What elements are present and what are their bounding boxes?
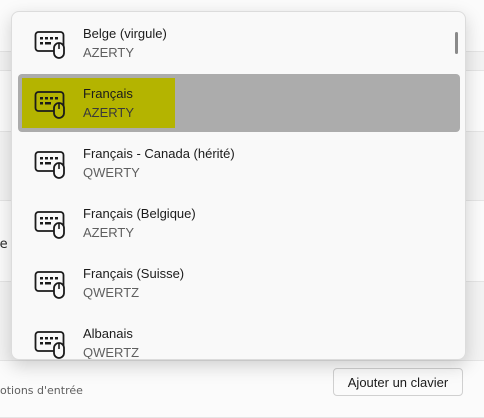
layout-name: Français (Suisse)	[83, 266, 185, 281]
list-item[interactable]: Belge (virgule) AZERTY	[18, 14, 460, 72]
layout-type: AZERTY	[83, 45, 135, 60]
keyboard-layout-flyout: Belge (virgule) AZERTY Français AZERTY F…	[11, 11, 466, 360]
scrollbar-thumb[interactable]	[455, 32, 458, 54]
layout-type: QWERTZ	[83, 345, 140, 360]
keyboard-layout-list: Belge (virgule) AZERTY Français AZERTY F…	[12, 12, 465, 359]
list-item[interactable]: Albanais QWERTZ	[18, 314, 460, 360]
add-keyboard-button[interactable]: Ajouter un clavier	[333, 368, 463, 396]
keyboard-mouse-icon	[34, 151, 65, 179]
list-item[interactable]: Français (Belgique) AZERTY	[18, 194, 460, 252]
layout-type: QWERTZ	[83, 285, 140, 300]
layout-name: Belge (virgule)	[83, 26, 167, 41]
layout-name: Français - Canada (hérité)	[83, 146, 235, 161]
layout-type: QWERTY	[83, 165, 140, 180]
input-options-link[interactable]: otions d'entrée	[0, 384, 83, 397]
layout-name: Français	[83, 86, 133, 101]
layout-type: AZERTY	[83, 225, 135, 240]
keyboard-mouse-icon	[34, 91, 65, 119]
layout-type: AZERTY	[83, 105, 135, 120]
list-item[interactable]: Français (Suisse) QWERTZ	[18, 254, 460, 312]
list-item[interactable]: Français - Canada (hérité) QWERTY	[18, 134, 460, 192]
keyboard-mouse-icon	[34, 331, 65, 359]
keyboard-mouse-icon	[34, 31, 65, 59]
background-label: le	[0, 237, 8, 252]
layout-name: Français (Belgique)	[83, 206, 196, 221]
list-item-selected[interactable]: Français AZERTY	[18, 74, 460, 132]
keyboard-mouse-icon	[34, 211, 65, 239]
keyboard-mouse-icon	[34, 271, 65, 299]
layout-name: Albanais	[83, 326, 133, 341]
